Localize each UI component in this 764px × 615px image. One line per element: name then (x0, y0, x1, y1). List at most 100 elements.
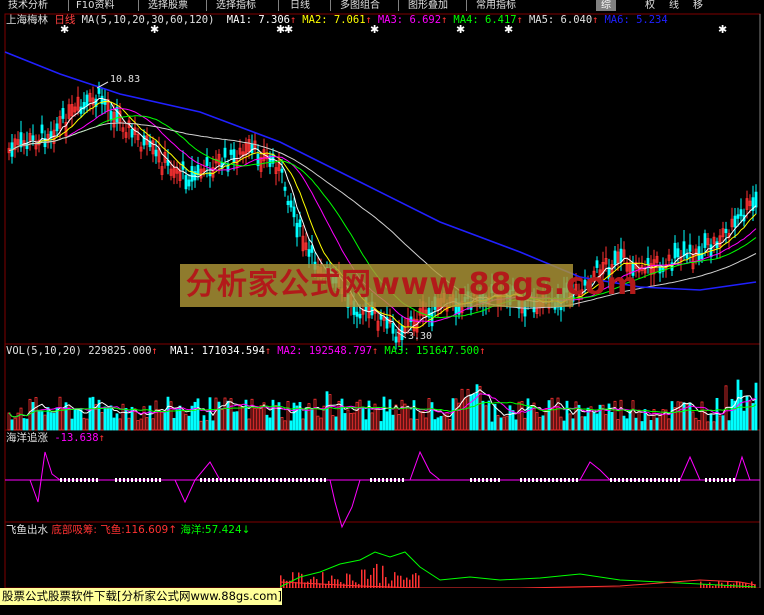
menu-multi-chart[interactable]: 多图组合 (340, 0, 380, 11)
volume-bar (196, 398, 200, 431)
volume-bar (652, 409, 656, 431)
period-label: 日线 (54, 14, 76, 26)
haiyang-signal-dot (610, 478, 612, 482)
haiyang-signal-dot (123, 478, 125, 482)
menu-select-stock[interactable]: 选择股票 (148, 0, 188, 11)
volume-bar (640, 421, 644, 431)
haiyang-signal-dot (280, 478, 282, 482)
volume-bar (409, 418, 413, 431)
volume-bar (133, 408, 137, 431)
feiyu-bar (343, 583, 345, 588)
menu-technical-analysis[interactable]: 技术分析 (8, 0, 48, 11)
volume-bar (115, 413, 119, 431)
volume-bar (31, 402, 35, 431)
volume-bar (595, 413, 599, 431)
panel-border (4, 429, 761, 523)
haiyang-signal-dot (232, 478, 234, 482)
volume-bar (337, 400, 341, 431)
haiyang-signal-dot (544, 478, 546, 482)
volume-bar (559, 416, 563, 431)
volume-bar (607, 403, 611, 431)
candle-body (223, 147, 227, 158)
menu-daily[interactable]: 日线 (290, 0, 310, 11)
feiyu-bar (361, 569, 363, 588)
volume-bar (34, 397, 38, 431)
volume-bar (424, 417, 428, 431)
toolbar-separator (278, 0, 279, 11)
button-rights[interactable]: 权 (640, 0, 660, 11)
high-price-label: 10.83 (110, 74, 141, 85)
haiyang-signal-dot (568, 478, 570, 482)
volume-bar (421, 410, 425, 431)
haiyang-signal-dot (572, 478, 574, 482)
footer-download-link[interactable]: 股票公式股票软件下载[分析家公式网www.88gs.com] (0, 588, 282, 605)
volume-bar (634, 417, 638, 431)
haiyang-signal-dot (264, 478, 266, 482)
candle-body (613, 250, 617, 265)
volume-bar (580, 416, 584, 431)
feiyu-bar (322, 572, 324, 588)
volume-bar (145, 417, 149, 431)
volume-bar (340, 398, 344, 431)
candle-body (298, 219, 302, 228)
volume-bar (727, 420, 731, 431)
volume-bar (382, 396, 386, 431)
volume-bar (622, 415, 626, 431)
feiyu-bar (382, 565, 384, 588)
volume-bar (490, 421, 494, 431)
haiyang-signal-dot (119, 478, 121, 482)
volume-bar (670, 401, 674, 431)
volume-bar (319, 417, 323, 431)
volume-bar (730, 398, 734, 431)
volume-bar (742, 410, 746, 431)
button-move[interactable]: 移 (688, 0, 708, 11)
feiyu-bar (334, 579, 336, 588)
toolbar-separator (330, 0, 331, 11)
menu-overlay[interactable]: 图形叠加 (408, 0, 448, 11)
volume-bar (364, 419, 368, 431)
volume-bar (349, 412, 353, 431)
haiyang-signal-dot (236, 478, 238, 482)
vol-value: 229825.000 (88, 345, 152, 357)
volume-bar (592, 411, 596, 431)
volume-bar (613, 400, 617, 431)
candle-body (754, 191, 758, 208)
haiyang-signal-dot (717, 478, 719, 482)
ma-value-4: MA4: 6.417 (453, 14, 517, 26)
haiyang-signal-dot (374, 478, 376, 482)
haiyang-signal-dot (324, 478, 326, 482)
feiyu-bar (403, 579, 405, 588)
haiyang-signal-dot (143, 478, 145, 482)
volume-bar (454, 398, 458, 431)
haiyang-signal-dot (666, 478, 668, 482)
menu-f10[interactable]: F10资料 (76, 0, 114, 11)
volume-bar (205, 420, 209, 431)
volume-bar (178, 405, 182, 431)
haiyang-signal-dot (272, 478, 274, 482)
volume-bar (709, 414, 713, 431)
volume-bar (217, 401, 221, 431)
haiyang-signal-dot (72, 478, 74, 482)
volume-bar (658, 413, 662, 431)
candle-body (289, 200, 293, 208)
haiyang-value: -13.638 (54, 432, 99, 444)
feiyu-bar (742, 583, 744, 588)
volume-bar (553, 406, 557, 431)
ma-value-6: MA6: 5.234 (604, 14, 668, 26)
volume-bar (124, 408, 128, 431)
candle-body (619, 248, 623, 263)
volume-bar (109, 405, 113, 431)
menu-common-indicators[interactable]: 常用指标 (476, 0, 516, 11)
haiyang-signal-dot (151, 478, 153, 482)
volume-bar (514, 419, 518, 431)
haiyang-signal-dot (725, 478, 727, 482)
menu-select-indicator[interactable]: 选择指标 (216, 0, 256, 11)
haiyang-signal-dot (532, 478, 534, 482)
feiyu-bar (712, 585, 714, 588)
haiyang-signal-dot (260, 478, 262, 482)
button-line[interactable]: 线 (664, 0, 684, 11)
feiyu-bar (727, 581, 729, 588)
button-overview[interactable]: 综 (596, 0, 616, 11)
volume-bar (583, 416, 587, 431)
haiyang-signal-dot (216, 478, 218, 482)
